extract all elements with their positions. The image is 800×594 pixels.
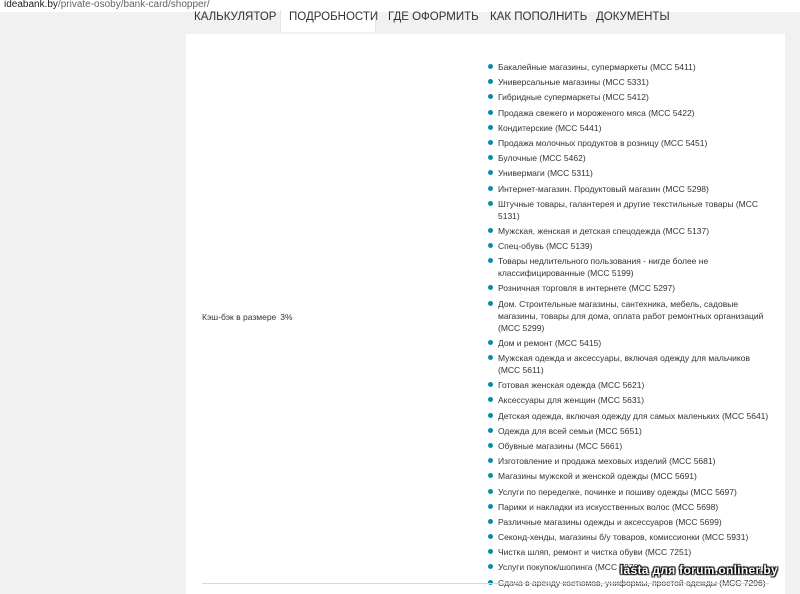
list-item: Дом и ремонт (MCC 5415) xyxy=(488,337,770,349)
row-divider xyxy=(202,583,769,584)
list-item: Продажа молочных продуктов в розницу (MC… xyxy=(488,137,770,149)
list-item: Детская одежда, включая одежду для самых… xyxy=(488,410,770,422)
cashback-cell: Кэш-бэк в размере 3% xyxy=(202,312,293,322)
url-host: ideabank.by xyxy=(4,0,58,10)
details-panel: Кэш-бэк в размере 3% Бакалейные магазины,… xyxy=(186,34,785,594)
list-item: Парики и накладки из искусственных волос… xyxy=(488,501,770,513)
watermark-text: lasta для forum.onliner.by xyxy=(619,563,778,577)
list-item: Услуги по переделке, починке и пошиву од… xyxy=(488,486,770,498)
tab-how-to-top-up[interactable]: Как пополнить xyxy=(490,10,587,32)
list-item: Интернет-магазин. Продуктовый магазин (M… xyxy=(488,183,770,195)
list-item: Секонд-хенды, магазины б/у товаров, коми… xyxy=(488,531,770,543)
list-item: Продажа свежего и мороженого мяса (MCC 5… xyxy=(488,107,770,119)
list-item: Чистка шляп, ремонт и чистка обуви (MCC … xyxy=(488,546,770,558)
list-item: Мужская одежда и аксессуары, включая оде… xyxy=(488,352,770,376)
list-item: Обувные магазины (MCC 5661) xyxy=(488,440,770,452)
list-item: Гибридные супермаркеты (MCC 5412) xyxy=(488,91,770,103)
tab-calculator[interactable]: Калькулятор xyxy=(194,10,276,32)
list-item: Дом. Строительные магазины, сантехника, … xyxy=(488,298,770,334)
list-item: Бакалейные магазины, супермаркеты (MCC 5… xyxy=(488,61,770,73)
list-item: Штучные товары, галантерея и другие текс… xyxy=(488,198,770,222)
list-item: Универмаги (MCC 5311) xyxy=(488,167,770,179)
url-path: /private-osoby/bank-card/shopper/ xyxy=(57,0,210,10)
list-item: Магазины мужской и женской одежды (MCC 5… xyxy=(488,470,770,482)
list-item: Спец-обувь (MCC 5139) xyxy=(488,240,770,252)
list-item: Готовая женская одежда (MCC 5621) xyxy=(488,379,770,391)
list-item: Изготовление и продажа меховых изделий (… xyxy=(488,455,770,467)
list-item: Различные магазины одежды и аксессуаров … xyxy=(488,516,770,528)
list-item: Булочные (MCC 5462) xyxy=(488,152,770,164)
list-item: Кондитерские (MCC 5441) xyxy=(488,122,770,134)
list-item: Товары недлительного пользования - нигде… xyxy=(488,255,770,279)
cashback-label: Кэш-бэк в размере xyxy=(202,312,277,322)
cashback-value: 3% xyxy=(280,312,293,322)
tab-where-to-order[interactable]: Где оформить xyxy=(388,10,479,32)
tab-bar: Калькулятор Подробности Где оформить Как… xyxy=(186,10,800,34)
list-item: Одежда для всей семьи (MCC 5651) xyxy=(488,425,770,437)
tab-details[interactable]: Подробности xyxy=(280,10,378,32)
list-item: Аксессуары для женщин (MCC 5631) xyxy=(488,394,770,406)
mcc-list: Бакалейные магазины, супермаркеты (MCC 5… xyxy=(488,61,770,592)
list-item: Мужская, женская и детская спецодежда (M… xyxy=(488,225,770,237)
list-item: Универсальные магазины (MCC 5331) xyxy=(488,76,770,88)
tab-documents[interactable]: Документы xyxy=(596,10,670,32)
list-item: Розничная торговля в интернете (MCC 5297… xyxy=(488,282,770,294)
